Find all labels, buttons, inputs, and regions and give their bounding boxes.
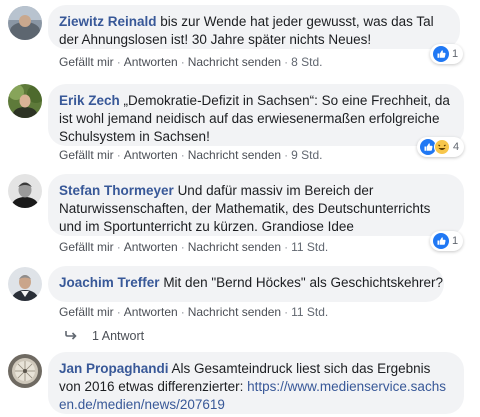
author-name[interactable]: Erik Zech: [59, 93, 120, 108]
reply-link[interactable]: Antworten: [124, 305, 178, 319]
reply-link[interactable]: Antworten: [124, 55, 178, 69]
thumbs-up-icon: [433, 46, 449, 62]
reaction-count: 1: [452, 235, 459, 247]
author-name[interactable]: Ziewitz Reinald: [59, 14, 157, 29]
like-link[interactable]: Gefällt mir: [59, 240, 114, 254]
comment-actions: Gefällt mir · Antworten · Nachricht senden · 8…: [59, 55, 323, 69]
thumbs-up-icon: [433, 233, 449, 249]
reply-link[interactable]: Antworten: [124, 240, 178, 254]
comment-bubble: Jan Propaghandi Als Gesamteindruck liest…: [48, 352, 464, 414]
author-name[interactable]: Joachim Treffer: [59, 275, 160, 290]
laughing-face-icon: [434, 139, 450, 155]
reply-arrow-icon: [64, 329, 78, 343]
like-link[interactable]: Gefällt mir: [59, 305, 114, 319]
timestamp[interactable]: 11 Std.: [291, 305, 328, 319]
comment-actions: Gefällt mir · Antworten · Nachricht senden · 9…: [59, 148, 323, 162]
comment-bubble: Erik Zech „Demokratie-Defizit in Sachsen…: [48, 84, 464, 146]
like-link[interactable]: Gefällt mir: [59, 148, 114, 162]
avatar[interactable]: [8, 267, 42, 301]
reaction-summary[interactable]: 1: [430, 231, 464, 251]
send-message-link[interactable]: Nachricht senden: [188, 148, 281, 162]
comment-bubble: Ziewitz Reinald bis zur Wende hat jeder …: [48, 5, 460, 49]
timestamp[interactable]: 9 Std.: [291, 148, 322, 162]
avatar[interactable]: [8, 354, 42, 388]
avatar[interactable]: [8, 84, 42, 118]
view-replies-link[interactable]: 1 Antwort: [64, 329, 144, 343]
avatar[interactable]: [8, 174, 42, 208]
timestamp[interactable]: 11 Std.: [291, 240, 328, 254]
replies-count: 1 Antwort: [92, 329, 145, 343]
reply-link[interactable]: Antworten: [124, 148, 178, 162]
comment-actions: Gefällt mir · Antworten · Nachricht senden · 1…: [59, 305, 329, 319]
comment-actions: Gefällt mir · Antworten · Nachricht senden · 1…: [59, 240, 329, 254]
reaction-summary[interactable]: 1: [430, 44, 464, 64]
send-message-link[interactable]: Nachricht senden: [188, 55, 281, 69]
send-message-link[interactable]: Nachricht senden: [188, 305, 281, 319]
like-link[interactable]: Gefällt mir: [59, 55, 114, 69]
reaction-count: 4: [453, 141, 460, 153]
avatar[interactable]: [8, 6, 42, 40]
author-name[interactable]: Jan Propaghandi: [59, 361, 169, 376]
send-message-link[interactable]: Nachricht senden: [188, 240, 281, 254]
comment-text: Mit den "Bernd Höckes" als Geschichtskeh…: [163, 275, 444, 290]
timestamp[interactable]: 8 Std.: [291, 55, 322, 69]
author-name[interactable]: Stefan Thormeyer: [59, 183, 174, 198]
reaction-count: 1: [452, 48, 459, 60]
comment-bubble: Stefan Thormeyer Und dafür massiv im Ber…: [48, 174, 464, 236]
reaction-summary[interactable]: 4: [417, 137, 465, 157]
comment-bubble: Joachim Treffer Mit den "Bernd Höckes" a…: [48, 266, 444, 302]
